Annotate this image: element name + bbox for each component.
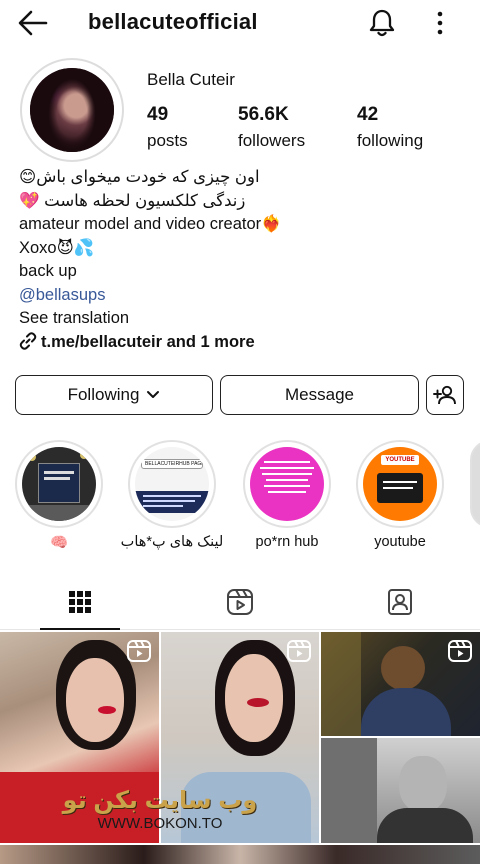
bio-line-4: Xoxo😈💦 bbox=[19, 238, 95, 257]
profile-bio: اون چیزی که خودت میخوای باش😊 زندگی کلکسی… bbox=[19, 166, 464, 354]
highlight-youtube-text: YOUTUBE bbox=[381, 455, 419, 465]
link-icon bbox=[19, 331, 37, 350]
arrow-left-icon[interactable] bbox=[18, 10, 48, 36]
more-vertical-icon[interactable] bbox=[430, 10, 450, 36]
followers-count: 56.6K bbox=[238, 104, 289, 125]
profile-tabs bbox=[0, 574, 480, 630]
bio-link-text: t.me/bellacuteir and 1 more bbox=[41, 332, 255, 351]
followers-label: followers bbox=[238, 131, 306, 150]
highlight-partial[interactable] bbox=[470, 440, 480, 528]
following-button-label: Following bbox=[67, 385, 140, 404]
following-label: following bbox=[357, 131, 424, 150]
reel-icon bbox=[127, 640, 151, 662]
highlight-brain[interactable]: 🧠 bbox=[15, 440, 103, 551]
stat-posts[interactable]: 49 posts bbox=[147, 104, 188, 151]
avatar-photo bbox=[30, 68, 114, 152]
following-count: 42 bbox=[357, 104, 379, 125]
watermark-text: وب سایت بکن تو bbox=[62, 787, 258, 814]
highlight-cover: YOUTUBE bbox=[356, 440, 444, 528]
highlight-links[interactable]: BELLACUTEIRHUB PAGE لینک های پ*هاب bbox=[121, 440, 223, 550]
highlight-page-text: BELLACUTEIRHUB PAGE bbox=[141, 459, 203, 469]
add-user-icon bbox=[433, 385, 456, 405]
bio-line-3: amateur model and video creator❤️‍🔥 bbox=[19, 215, 282, 233]
posts-label: posts bbox=[147, 131, 188, 150]
highlight-cover bbox=[243, 440, 331, 528]
suggest-users-button[interactable] bbox=[426, 375, 464, 415]
profile-username: bellacuteofficial bbox=[88, 9, 258, 34]
posts-count: 49 bbox=[147, 104, 169, 125]
watermark-url: WWW.BOKON.TO bbox=[97, 815, 223, 832]
tab-posts-grid[interactable] bbox=[40, 574, 120, 630]
post-thumbnail[interactable] bbox=[321, 632, 480, 736]
tab-reels[interactable] bbox=[200, 574, 280, 630]
bio-line-1: اون چیزی که خودت میخوای باش😊 bbox=[19, 168, 260, 186]
bio-line-2: زندگی کلکسیون لحظه هاست 💖 bbox=[19, 191, 246, 210]
post-thumbnail-row[interactable] bbox=[0, 845, 480, 864]
highlight-cover: BELLACUTEIRHUB PAGE bbox=[128, 440, 216, 528]
bio-external-link[interactable]: t.me/bellacuteir and 1 more bbox=[19, 331, 464, 355]
see-translation-link[interactable]: See translation bbox=[19, 307, 464, 331]
highlight-label: youtube bbox=[374, 534, 426, 550]
highlight-porn-hub[interactable]: po*rn hub bbox=[243, 440, 331, 550]
message-button-label: Message bbox=[285, 385, 354, 404]
chevron-down-icon bbox=[147, 391, 160, 398]
top-bar: bellacuteofficial bbox=[0, 0, 480, 48]
highlight-youtube[interactable]: YOUTUBE youtube bbox=[356, 440, 444, 550]
reel-icon bbox=[287, 640, 311, 662]
post-thumbnail[interactable] bbox=[321, 738, 480, 843]
highlight-cover bbox=[15, 440, 103, 528]
following-button[interactable]: Following bbox=[15, 375, 213, 415]
stat-followers[interactable]: 56.6K followers bbox=[238, 104, 305, 151]
bio-mention-link[interactable]: @bellasups bbox=[19, 284, 464, 308]
reel-icon bbox=[448, 640, 472, 662]
tab-tagged[interactable] bbox=[360, 574, 440, 630]
watermark: وب سایت بکن تو WWW.BOKON.TO bbox=[50, 786, 270, 832]
grid-icon bbox=[69, 591, 91, 613]
tagged-icon bbox=[388, 589, 412, 615]
bell-icon[interactable] bbox=[368, 8, 396, 38]
bio-line-5: back up bbox=[19, 262, 77, 280]
stat-following[interactable]: 42 following bbox=[357, 104, 423, 151]
active-tab-indicator bbox=[40, 628, 120, 630]
profile-avatar[interactable] bbox=[20, 58, 124, 162]
display-name: Bella Cuteir bbox=[147, 70, 235, 89]
reels-icon bbox=[227, 589, 253, 615]
message-button[interactable]: Message bbox=[220, 375, 419, 415]
